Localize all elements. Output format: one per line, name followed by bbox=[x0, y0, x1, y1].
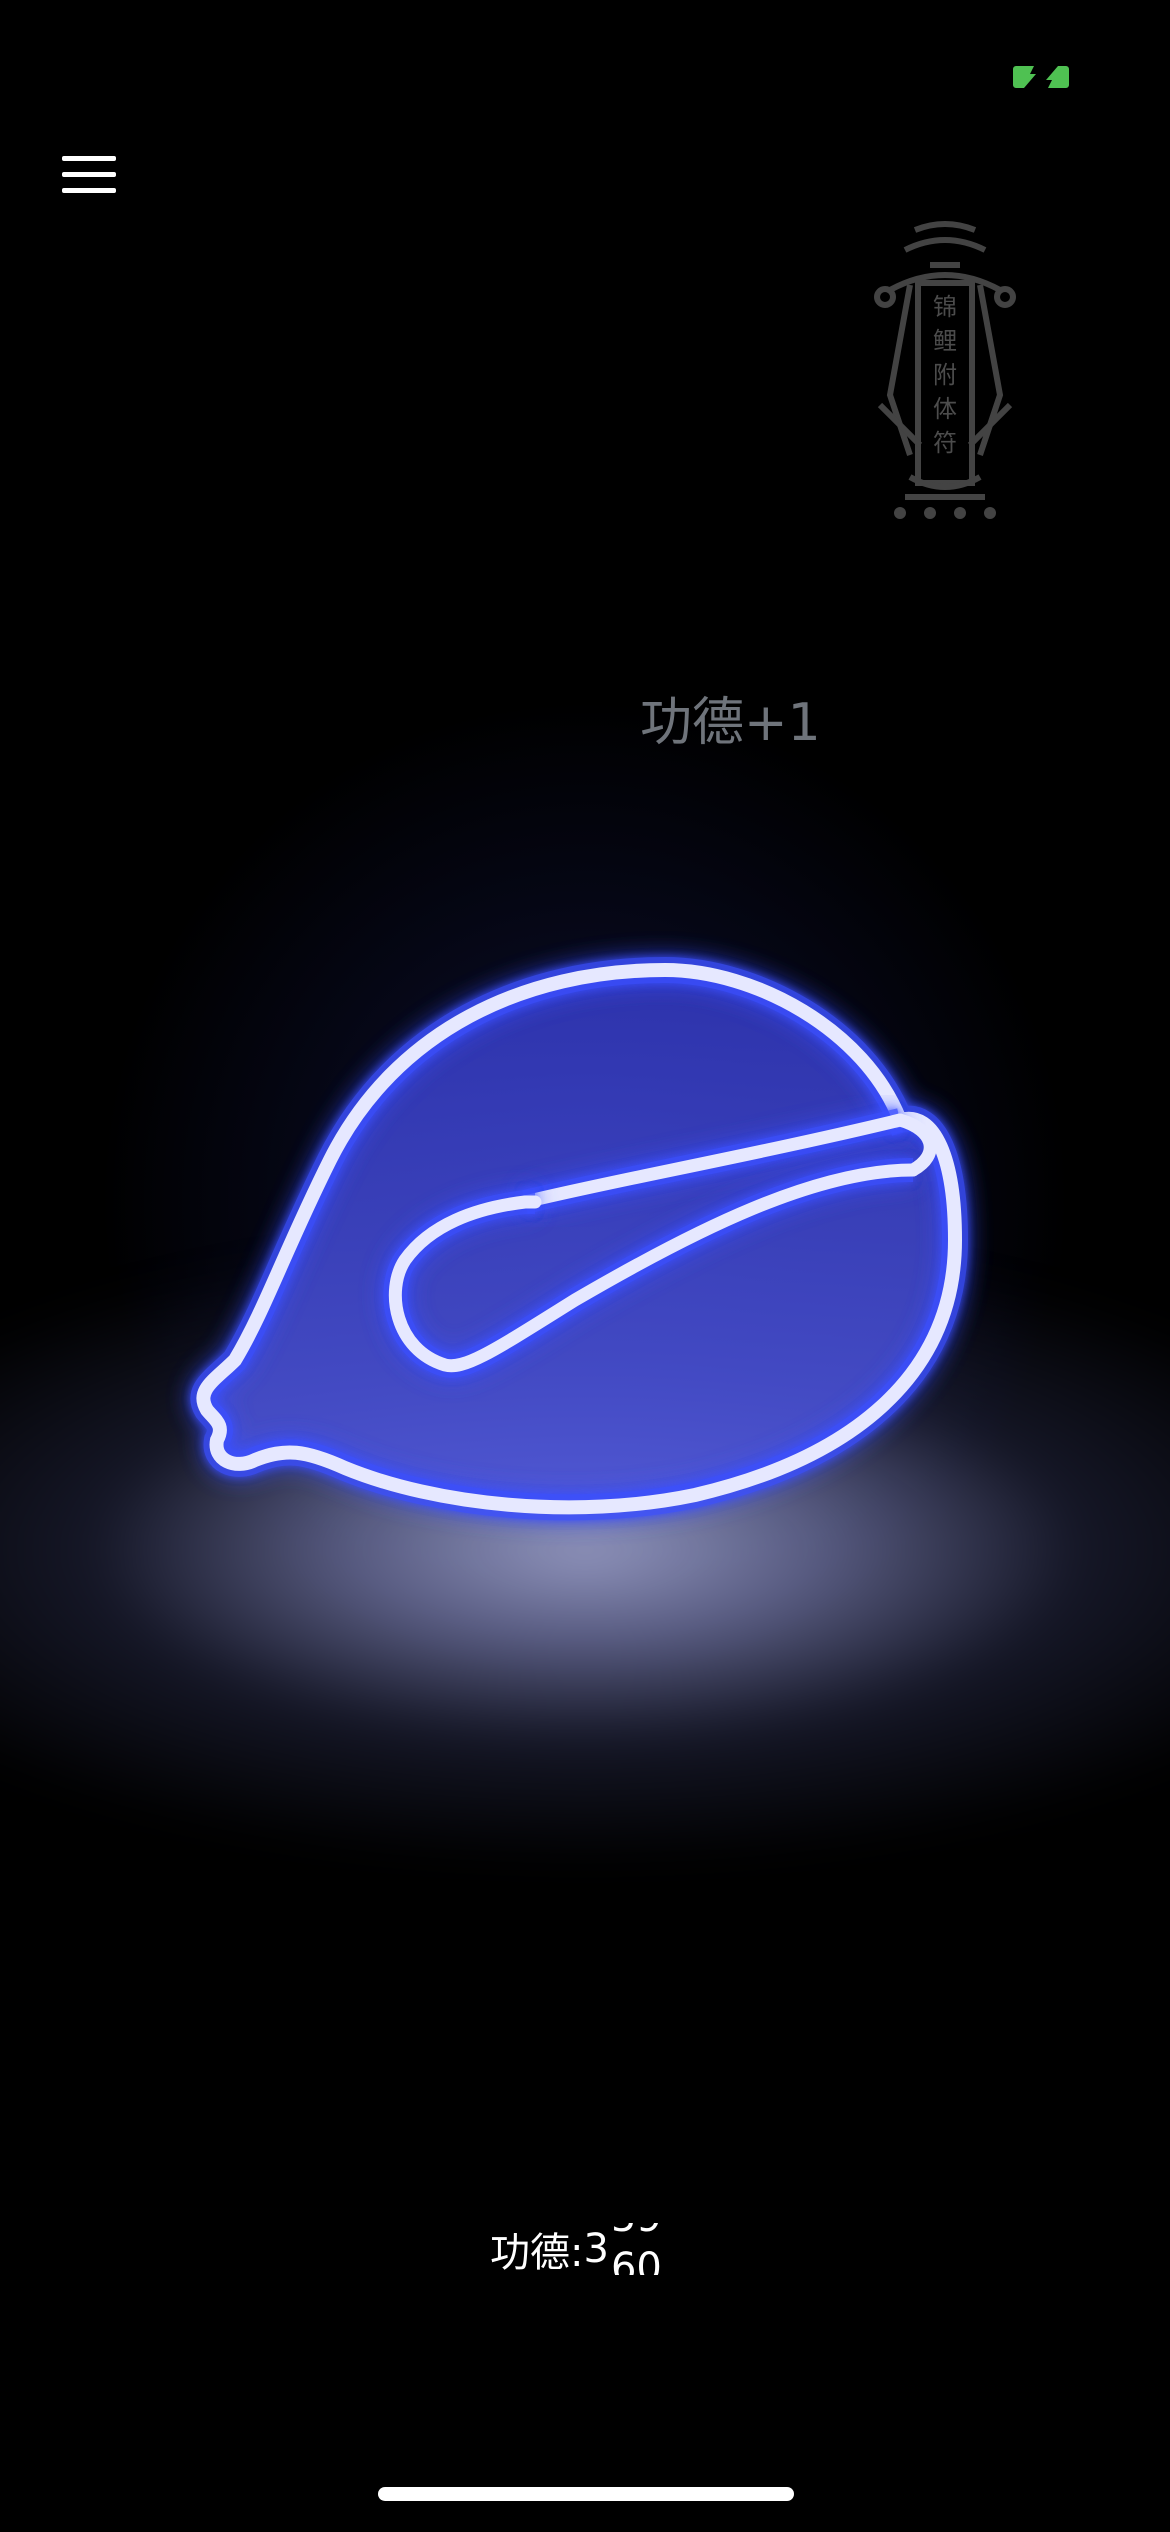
home-indicator[interactable] bbox=[378, 2487, 794, 2501]
wooden-fish-button[interactable] bbox=[190, 940, 985, 1560]
merit-counter-digits: 3 bbox=[583, 2226, 609, 2272]
talisman-label: 锦鲤附体符 bbox=[933, 293, 957, 457]
merit-counter: 功德:35960 bbox=[490, 2220, 730, 2300]
talisman-emblem[interactable]: 锦鲤附体符 bbox=[860, 215, 1030, 525]
menu-button[interactable] bbox=[58, 150, 120, 200]
merit-counter-roll-next: 60 bbox=[610, 2245, 662, 2275]
merit-increment-popup: 功德+1 bbox=[640, 693, 821, 753]
merit-counter-rolling-digits: 5960 bbox=[609, 2223, 663, 2275]
merit-counter-label: 功德: bbox=[490, 2230, 584, 2276]
battery-charging-icon bbox=[1012, 62, 1070, 92]
app-screen: 锦鲤附体符 功德+1 功德:3 60 bbox=[0, 0, 1170, 2532]
wooden-fish-icon bbox=[190, 956, 969, 1521]
merit-counter-roll-prev: 59 bbox=[611, 2223, 662, 2241]
